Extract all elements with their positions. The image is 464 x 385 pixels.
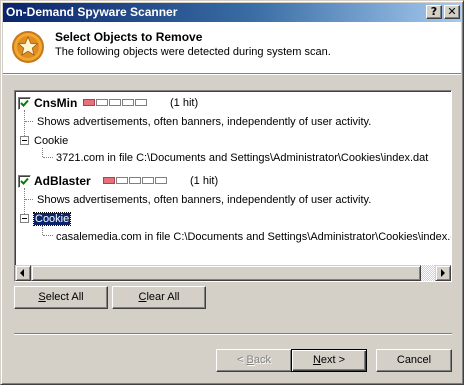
item-description: Shows advertisements, often banners, ind… (37, 194, 372, 206)
footer-divider (14, 333, 452, 335)
item-checkbox-adblaster[interactable] (18, 175, 31, 188)
tree-entry[interactable]: casalemedia.com in file C:\Documents and… (56, 230, 451, 244)
tree-item-cnsmin[interactable]: CnsMin (34, 96, 77, 110)
title-bar[interactable]: On-Demand Spyware Scanner ? ✕ (3, 3, 461, 22)
tree-group-cookie[interactable]: Cookie (34, 134, 68, 148)
hit-count: (1 hit) (170, 97, 199, 109)
risk-meter (83, 99, 163, 106)
window-title: On-Demand Spyware Scanner (6, 5, 178, 19)
tree-entry[interactable]: 3721.com in file C:\Documents and Settin… (56, 151, 428, 165)
scroll-left-button[interactable] (15, 265, 31, 281)
clear-all-button[interactable]: Clear All (112, 286, 206, 309)
star-badge-icon (11, 30, 45, 64)
horizontal-scrollbar[interactable] (15, 265, 451, 281)
select-all-button[interactable]: Select All (14, 286, 108, 309)
tree-group-cookie-selected[interactable]: Cookie (32, 212, 72, 226)
scroll-thumb[interactable] (31, 265, 421, 281)
close-button[interactable]: ✕ (444, 5, 460, 19)
item-name: CnsMin (34, 96, 78, 110)
collapse-toggle[interactable] (20, 136, 29, 145)
next-button[interactable]: Next > (291, 349, 367, 372)
item-description: Shows advertisements, often banners, ind… (37, 116, 372, 128)
cancel-button[interactable]: Cancel (376, 349, 452, 372)
header-divider (3, 73, 461, 75)
item-name: AdBlaster (34, 174, 91, 188)
header-subtitle: The following objects were detected duri… (55, 46, 331, 58)
hit-count: (1 hit) (190, 175, 219, 187)
collapse-toggle[interactable] (20, 214, 29, 223)
arrow-left-icon (20, 269, 24, 277)
wizard-header: Select Objects to Remove The following o… (3, 22, 461, 73)
arrow-right-icon (441, 269, 445, 277)
help-button[interactable]: ? (426, 5, 442, 19)
header-title: Select Objects to Remove (55, 30, 203, 44)
item-checkbox-cnsmin[interactable] (18, 97, 31, 110)
back-button[interactable]: < Back (216, 349, 292, 372)
dialog-window: On-Demand Spyware Scanner ? ✕ Select Obj… (0, 0, 464, 385)
scroll-right-button[interactable] (435, 265, 451, 281)
detected-objects-tree[interactable]: CnsMin (1 hit) Shows advertisements, oft… (14, 90, 452, 282)
tree-item-adblaster[interactable]: AdBlaster (34, 174, 91, 188)
risk-meter (103, 177, 183, 184)
